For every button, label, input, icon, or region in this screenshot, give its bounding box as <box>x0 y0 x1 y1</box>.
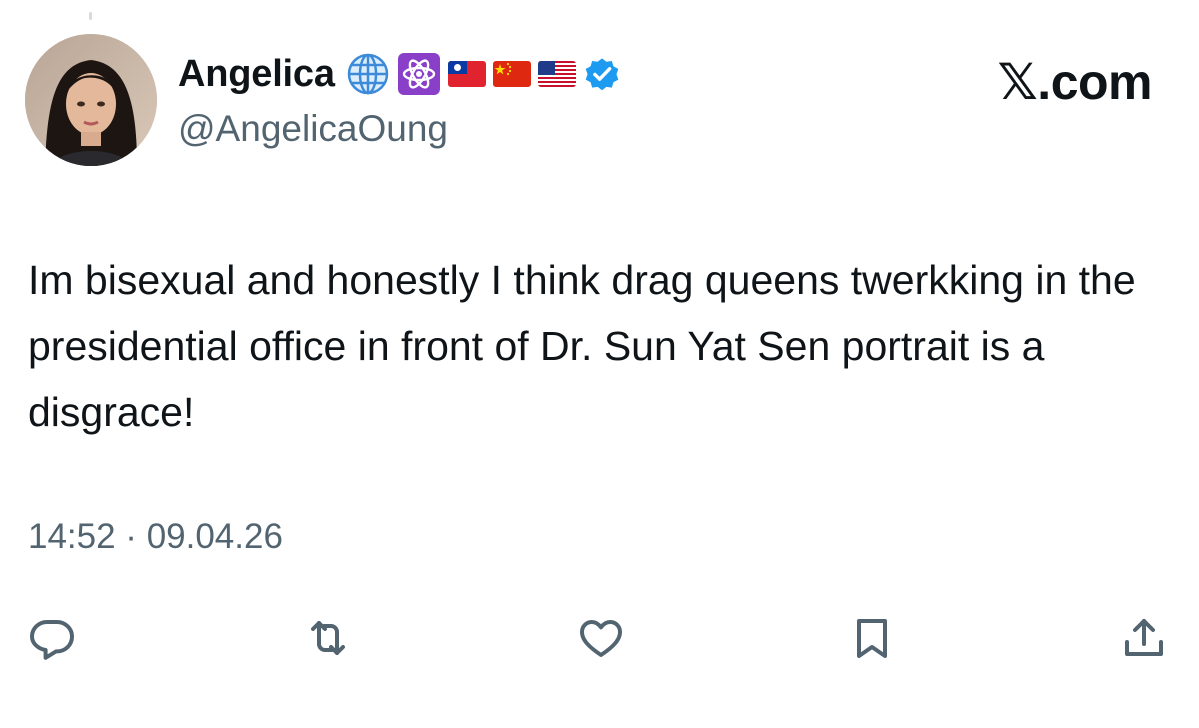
divider-mark <box>89 12 92 20</box>
tweet-card: Angelica @AngelicaOung 𝕏.com Im bisexual… <box>0 0 1199 728</box>
flag-usa-icon <box>537 61 576 87</box>
avatar[interactable] <box>25 34 157 166</box>
repost-button[interactable] <box>302 612 354 664</box>
tweet-text: Im bisexual and honestly I think drag qu… <box>28 257 1136 435</box>
tweet-timestamp[interactable]: 14:52 · 09.04.26 <box>28 517 283 557</box>
globe-icon <box>346 52 390 96</box>
author-display-name[interactable]: Angelica <box>178 53 335 96</box>
author-name-row: Angelica <box>178 50 621 98</box>
avatar-photo <box>25 34 157 166</box>
flag-taiwan-icon <box>447 61 486 87</box>
verified-badge-icon[interactable] <box>583 55 621 93</box>
reply-icon <box>30 620 74 660</box>
share-icon <box>1125 619 1163 656</box>
repost-icon <box>311 621 345 655</box>
x-brand-label: 𝕏.com <box>997 54 1153 110</box>
flag-china-icon <box>492 61 531 87</box>
bookmark-icon <box>857 619 887 658</box>
like-button[interactable] <box>575 612 627 664</box>
reply-button[interactable] <box>26 612 78 664</box>
author-handle[interactable]: @AngelicaOung <box>178 108 448 150</box>
bookmark-button[interactable] <box>846 612 898 664</box>
atom-icon <box>397 52 441 96</box>
share-button[interactable] <box>1118 612 1170 664</box>
like-icon <box>580 620 622 657</box>
